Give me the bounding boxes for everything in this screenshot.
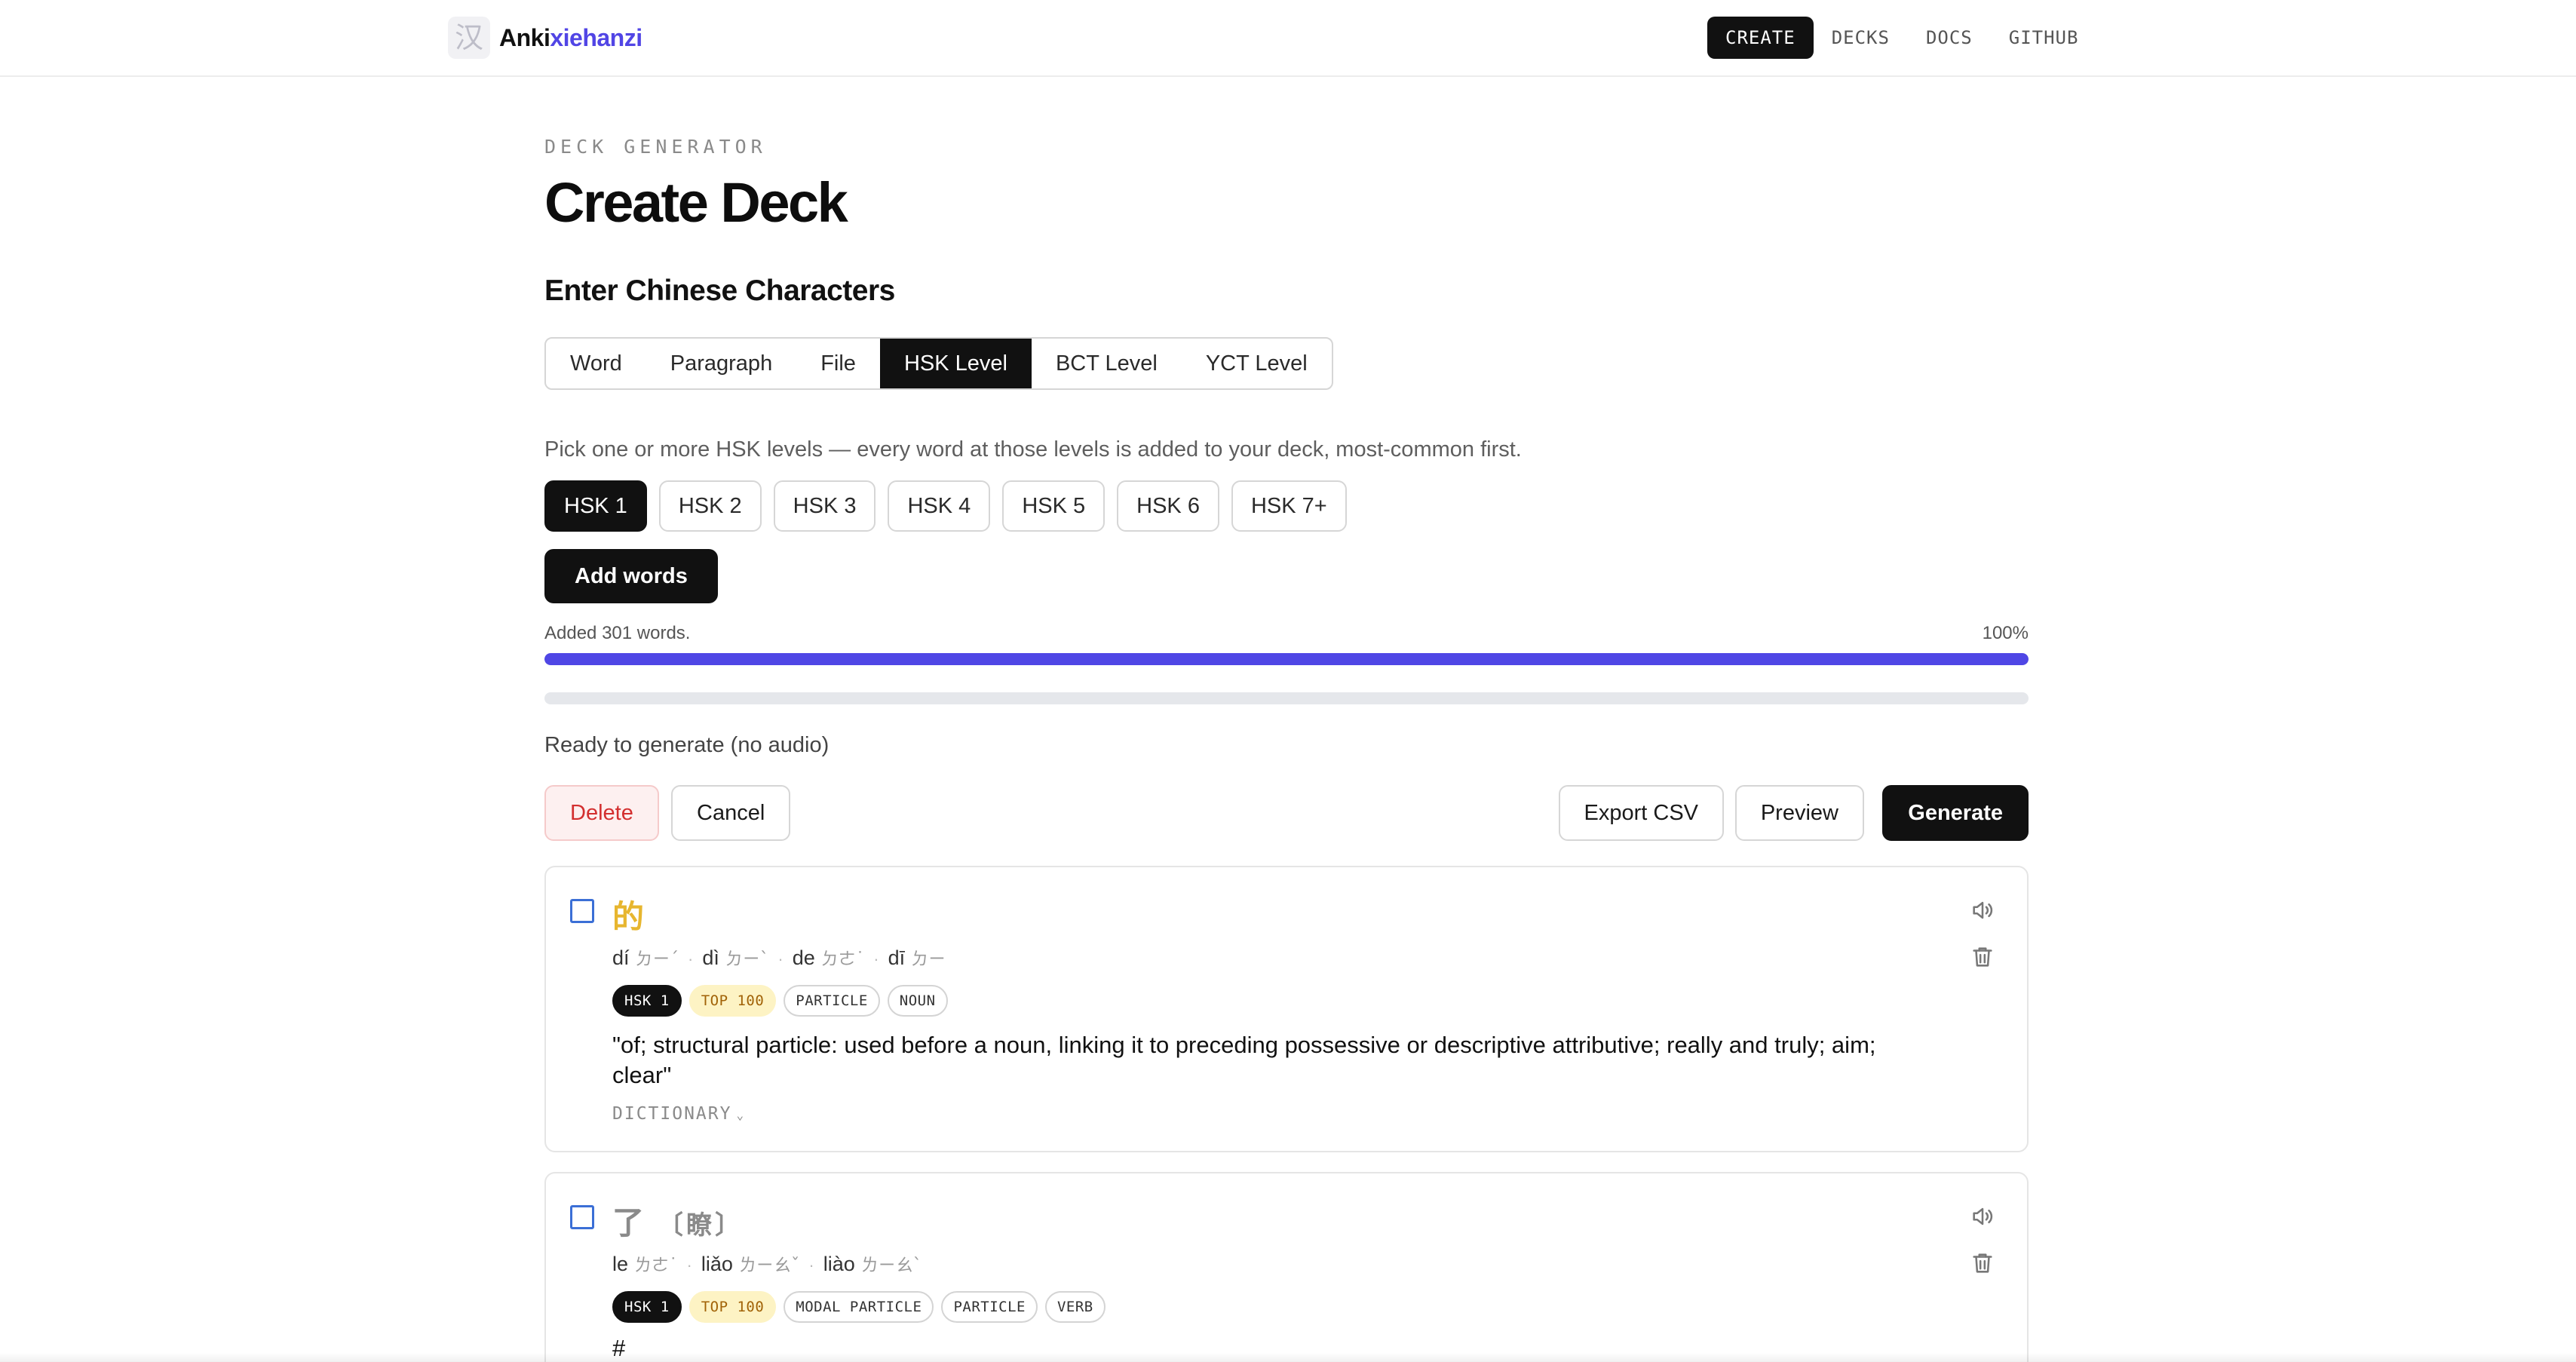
word-readings: le ㄌㄜ˙ · liǎo ㄌㄧㄠˇ · liào ㄌㄧㄠˋ [612, 1250, 922, 1276]
hsk-level-6[interactable]: HSK 6 [1117, 480, 1219, 532]
reading-pinyin: de [792, 946, 815, 969]
export-csv-button[interactable]: Export CSV [1558, 785, 1724, 841]
word-hanzi: 了 [612, 1204, 645, 1241]
hsk-help-text: Pick one or more HSK levels — every word… [544, 437, 1522, 462]
secondary-progress-track [544, 692, 2029, 704]
progress-bar-track [544, 653, 2029, 665]
word-readings: dí ㄉㄧˊ · dì ㄉㄧˋ · de ㄉㄜ˙ · dī ㄉㄧ [612, 944, 946, 970]
tag-part-of-speech: NOUN [887, 985, 948, 1017]
preview-button[interactable]: Preview [1734, 785, 1864, 841]
reading-zhuyin: ㄌㄧㄠˋ [860, 1256, 922, 1275]
reading-separator: · [777, 949, 784, 968]
brand-name-part2: xiehanzi [550, 23, 642, 51]
brand-name: Ankixiehanzi [499, 24, 642, 52]
traditional-form: 〔瞭〕 [658, 1210, 744, 1241]
chevron-down-icon: ⌄ [736, 1108, 746, 1122]
delete-button[interactable]: Delete [544, 785, 659, 841]
logo-icon: 汉 [448, 17, 490, 59]
reading-zhuyin: ㄌㄜ˙ [634, 1256, 678, 1275]
tag-top-100: TOP 100 [688, 1291, 777, 1323]
nav-decks[interactable]: DECKS [1814, 17, 1908, 59]
main-nav: CREATE DECKS DOCS GITHUB [1707, 17, 2096, 59]
tag-hsk-level: HSK 1 [612, 1291, 682, 1323]
dictionary-toggle[interactable]: DICTIONARY ⌄ [612, 1104, 745, 1124]
top-navbar: 汉 Ankixiehanzi CREATE DECKS DOCS GITHUB [0, 0, 2576, 77]
page-title: Create Deck [544, 171, 848, 234]
reading-zhuyin: ㄌㄧㄠˇ [738, 1256, 800, 1275]
tab-hsk-level[interactable]: HSK Level [879, 339, 1032, 388]
word-select-checkbox[interactable] [570, 1205, 594, 1229]
reading-zhuyin: ㄉㄜ˙ [820, 949, 865, 969]
section-title: Enter Chinese Characters [544, 275, 895, 307]
reading-zhuyin: ㄉㄧˊ [635, 949, 679, 969]
brand-name-part1: Anki [499, 23, 550, 51]
hsk-level-2[interactable]: HSK 2 [658, 480, 762, 532]
generate-button[interactable]: Generate [1882, 785, 2029, 841]
tab-yct-level[interactable]: YCT Level [1182, 339, 1332, 388]
tag-top-100: TOP 100 [688, 985, 777, 1017]
tag-part-of-speech: PARTICLE [941, 1291, 1038, 1323]
dictionary-label: DICTIONARY [612, 1104, 732, 1124]
trash-icon[interactable] [1970, 944, 1995, 970]
speaker-icon[interactable] [1970, 1204, 1995, 1229]
tag-hsk-level: HSK 1 [612, 985, 682, 1017]
add-words-button[interactable]: Add words [544, 549, 718, 603]
reading-pinyin: dì [702, 946, 719, 969]
tab-word[interactable]: Word [546, 339, 646, 388]
word-hanzi-row: 了〔瞭〕 [612, 1198, 744, 1244]
cancel-button[interactable]: Cancel [671, 785, 791, 841]
tab-bct-level[interactable]: BCT Level [1032, 339, 1182, 388]
hsk-level-5[interactable]: HSK 5 [1002, 480, 1106, 532]
nav-github[interactable]: GITHUB [1991, 17, 2097, 59]
reading-zhuyin: ㄉㄧ [911, 949, 946, 969]
reading-pinyin: liào [823, 1253, 855, 1275]
trash-icon[interactable] [1970, 1250, 1995, 1276]
word-card: 的 dí ㄉㄧˊ · dì ㄉㄧˋ · de ㄉㄜ˙ · dī ㄉㄧ HSK 1 TOP 100 P… [544, 866, 2029, 1152]
input-mode-tabs: Word Paragraph File HSK Level BCT Level … [544, 337, 1333, 390]
progress-label: Added 301 words. [544, 623, 691, 643]
hsk-level-7-plus[interactable]: HSK 7+ [1231, 480, 1347, 532]
progress-percent: 100% [1982, 623, 2029, 643]
word-select-checkbox[interactable] [570, 899, 594, 923]
word-tags: HSK 1 TOP 100 PARTICLE NOUN [612, 985, 948, 1017]
hsk-level-3[interactable]: HSK 3 [773, 480, 876, 532]
tab-paragraph[interactable]: Paragraph [646, 339, 796, 388]
word-hanzi: 的 [612, 898, 645, 935]
reading-pinyin: dí [612, 946, 630, 969]
reading-pinyin: liǎo [701, 1253, 733, 1275]
word-tags: HSK 1 TOP 100 MODAL PARTICLE PARTICLE VE… [612, 1291, 1106, 1323]
progress-bar-fill [544, 653, 2029, 665]
reading-pinyin: dī [888, 946, 906, 969]
word-definition: "of; structural particle: used before a … [612, 1032, 1876, 1088]
reading-separator: · [808, 1256, 814, 1275]
nav-create[interactable]: CREATE [1707, 17, 1814, 59]
speaker-icon[interactable] [1970, 897, 1995, 923]
nav-docs[interactable]: DOCS [1908, 17, 1991, 59]
tab-file[interactable]: File [796, 339, 880, 388]
reading-separator: · [873, 949, 879, 968]
tag-part-of-speech: VERB [1044, 1291, 1106, 1323]
generation-status: Ready to generate (no audio) [544, 733, 830, 757]
page-eyebrow: DECK GENERATOR [544, 136, 767, 158]
reading-separator: · [686, 1256, 692, 1275]
reading-separator: · [688, 949, 694, 968]
tag-part-of-speech: MODAL PARTICLE [784, 1291, 934, 1323]
brand-home-link[interactable]: 汉 Ankixiehanzi [448, 17, 642, 59]
hsk-level-1[interactable]: HSK 1 [544, 480, 647, 532]
reading-zhuyin: ㄉㄧˋ [725, 949, 769, 969]
hsk-level-4[interactable]: HSK 4 [888, 480, 991, 532]
hsk-level-picker: HSK 1 HSK 2 HSK 3 HSK 4 HSK 5 HSK 6 HSK … [544, 480, 1347, 532]
word-card: 了〔瞭〕 le ㄌㄜ˙ · liǎo ㄌㄧㄠˇ · liào ㄌㄧㄠˋ HSK 1 TOP 1… [544, 1172, 2029, 1362]
tag-part-of-speech: PARTICLE [784, 985, 880, 1017]
window-bottom-shadow [0, 1353, 2576, 1362]
reading-pinyin: le [612, 1253, 629, 1275]
